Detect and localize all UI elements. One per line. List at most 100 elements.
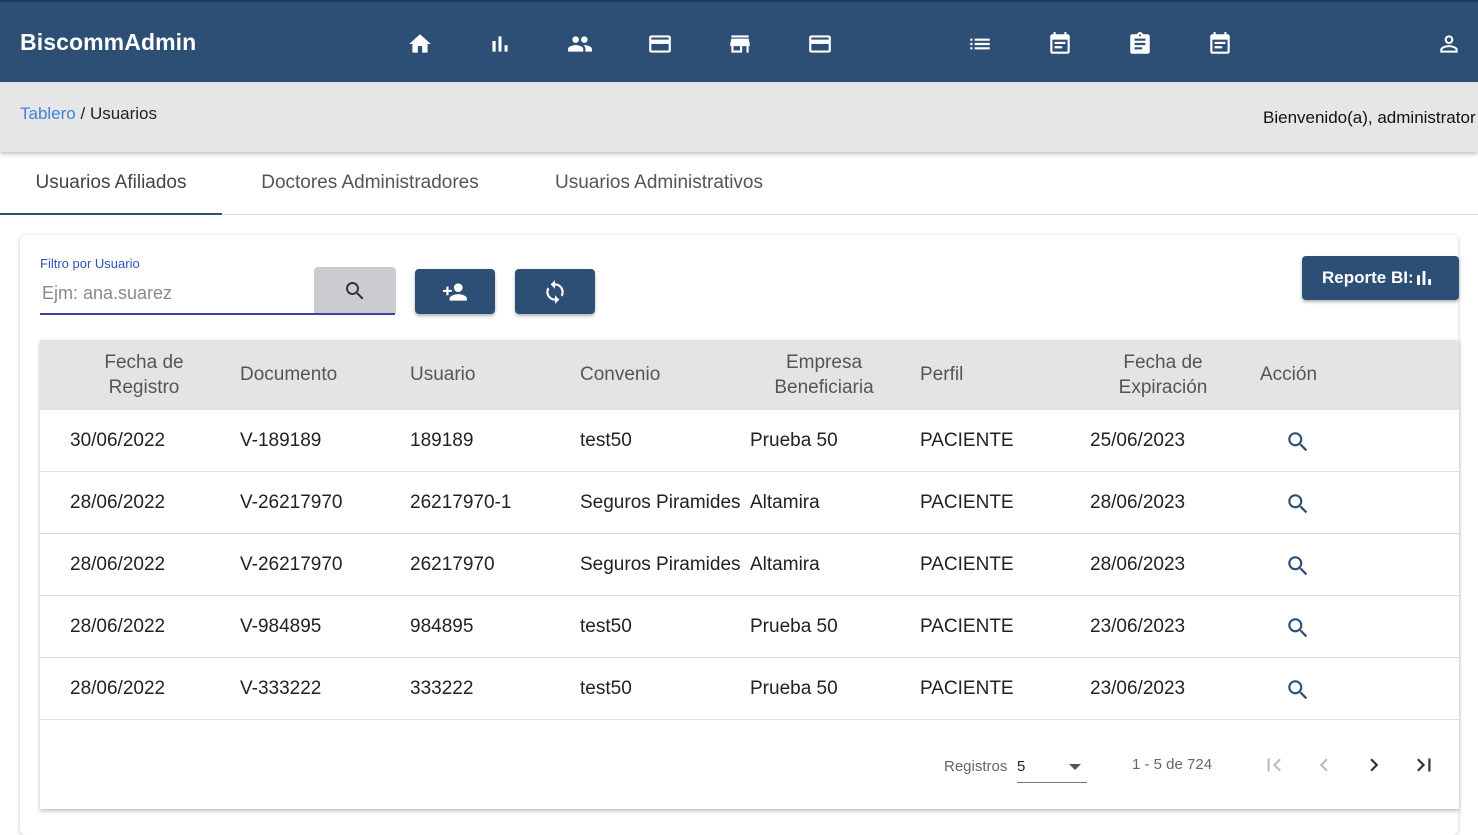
cell-expiration-date: 28/06/2023 bbox=[1090, 492, 1186, 513]
last-page-icon[interactable] bbox=[1411, 752, 1437, 778]
refresh-button[interactable] bbox=[515, 269, 595, 314]
cell-agreement: test50 bbox=[580, 616, 632, 637]
tab-usuarios-administrativos[interactable]: Usuarios Administrativos bbox=[518, 153, 800, 213]
cell-document: V-26217970 bbox=[240, 492, 343, 513]
column-header[interactable]: Documento bbox=[240, 340, 337, 410]
search-button[interactable] bbox=[314, 267, 396, 313]
credit-card-icon[interactable] bbox=[807, 31, 833, 57]
view-details-search-icon[interactable] bbox=[1285, 677, 1311, 703]
table-row: 28/06/2022 V-26217970 26217970-1 Seguros… bbox=[40, 472, 1459, 534]
bar-chart-icon[interactable] bbox=[487, 31, 513, 57]
table-row: 28/06/2022 V-984895 984895 test50 Prueba… bbox=[40, 596, 1459, 658]
cell-registration-date: 28/06/2022 bbox=[70, 678, 166, 699]
cell-registration-date: 30/06/2022 bbox=[70, 430, 166, 451]
home-icon[interactable] bbox=[407, 31, 433, 57]
page-size-select[interactable]: 5 bbox=[1017, 754, 1087, 783]
cell-document: V-189189 bbox=[240, 430, 322, 451]
page-size-label: Registros bbox=[944, 758, 1008, 775]
table-row: 30/06/2022 V-189189 189189 test50 Prueba… bbox=[40, 410, 1459, 472]
view-details-search-icon[interactable] bbox=[1285, 429, 1311, 455]
cell-beneficiary-company: Prueba 50 bbox=[750, 678, 838, 699]
report-bi-button[interactable]: Reporte BI: bbox=[1302, 256, 1459, 300]
cell-user: 189189 bbox=[410, 430, 474, 451]
breadcrumb-link-tablero[interactable]: Tablero bbox=[20, 104, 76, 123]
cell-profile: PACIENTE bbox=[920, 616, 1014, 637]
cell-expiration-date: 25/06/2023 bbox=[1090, 430, 1186, 451]
first-page-icon[interactable] bbox=[1261, 752, 1287, 778]
cell-registration-date: 28/06/2022 bbox=[70, 554, 166, 575]
app-title[interactable]: BiscommAdmin bbox=[20, 29, 196, 56]
cell-profile: PACIENTE bbox=[920, 678, 1014, 699]
calendar-note-icon[interactable] bbox=[1047, 31, 1073, 57]
cell-beneficiary-company: Altamira bbox=[750, 554, 820, 575]
cell-agreement: Seguros Piramides bbox=[580, 492, 741, 513]
cell-document: V-333222 bbox=[240, 678, 322, 699]
paginator: Registros 5 1 - 5 de 724 bbox=[40, 720, 1459, 809]
cell-document: V-26217970 bbox=[240, 554, 343, 575]
tab-usuarios-afiliados[interactable]: Usuarios Afiliados bbox=[0, 153, 222, 215]
breadcrumb-current: Usuarios bbox=[89, 104, 158, 123]
table-row: 28/06/2022 V-26217970 26217970 Seguros P… bbox=[40, 534, 1459, 596]
next-page-icon[interactable] bbox=[1361, 752, 1387, 778]
column-header[interactable]: Fecha de Expiración bbox=[1098, 340, 1228, 410]
breadcrumb: Tablero / Usuarios bbox=[20, 104, 157, 124]
top-navbar: BiscommAdmin bbox=[0, 0, 1478, 82]
breadcrumb-separator: / bbox=[75, 104, 90, 123]
cell-document: V-984895 bbox=[240, 616, 322, 637]
cell-user: 26217970-1 bbox=[410, 492, 512, 513]
credit-card-icon[interactable] bbox=[647, 31, 673, 57]
user-account-icon[interactable] bbox=[1436, 31, 1462, 57]
person-add-icon bbox=[443, 283, 467, 301]
sync-icon bbox=[546, 280, 564, 304]
cell-expiration-date: 23/06/2023 bbox=[1090, 678, 1186, 699]
cell-profile: PACIENTE bbox=[920, 554, 1014, 575]
clipboard-icon[interactable] bbox=[1127, 31, 1153, 57]
cell-profile: PACIENTE bbox=[920, 492, 1014, 513]
cell-expiration-date: 23/06/2023 bbox=[1090, 616, 1186, 637]
cell-registration-date: 28/06/2022 bbox=[70, 492, 166, 513]
cell-beneficiary-company: Prueba 50 bbox=[750, 616, 838, 637]
view-details-search-icon[interactable] bbox=[1285, 553, 1311, 579]
tab-doctores-administradores[interactable]: Doctores Administradores bbox=[226, 153, 514, 213]
page-size-value: 5 bbox=[1017, 758, 1026, 775]
cell-agreement: test50 bbox=[580, 678, 632, 699]
store-icon[interactable] bbox=[727, 31, 753, 57]
welcome-message: Bienvenido(a), administrator bbox=[1263, 108, 1476, 127]
table-row: 28/06/2022 V-333222 333222 test50 Prueba… bbox=[40, 658, 1459, 720]
column-header[interactable]: Usuario bbox=[410, 340, 475, 410]
previous-page-icon[interactable] bbox=[1311, 752, 1337, 778]
people-icon[interactable] bbox=[567, 31, 593, 57]
view-details-search-icon[interactable] bbox=[1285, 491, 1311, 517]
column-header[interactable]: Perfil bbox=[920, 340, 963, 410]
cell-beneficiary-company: Altamira bbox=[750, 492, 820, 513]
report-bi-label: Reporte BI: bbox=[1322, 268, 1414, 287]
cell-agreement: test50 bbox=[580, 430, 632, 451]
cell-profile: PACIENTE bbox=[920, 430, 1014, 451]
filter-user-input[interactable] bbox=[40, 280, 314, 306]
breadcrumb-bar: Tablero / Usuarios Bienvenido(a), admini… bbox=[0, 82, 1478, 152]
cell-agreement: Seguros Piramides bbox=[580, 554, 741, 575]
table-header: Fecha de Registro Documento Usuario Conv… bbox=[40, 340, 1459, 410]
cell-user: 26217970 bbox=[410, 554, 495, 575]
column-header[interactable]: Fecha de Registro bbox=[80, 340, 208, 410]
filter-label: Filtro por Usuario bbox=[40, 256, 140, 271]
column-header: Acción bbox=[1260, 364, 1318, 385]
cell-user: 984895 bbox=[410, 616, 474, 637]
dropdown-arrow-icon bbox=[1069, 764, 1081, 770]
calendar-icon[interactable] bbox=[1207, 31, 1233, 57]
cell-user: 333222 bbox=[410, 678, 474, 699]
search-icon bbox=[346, 282, 364, 300]
bar-chart-icon bbox=[1417, 271, 1431, 285]
add-user-button[interactable] bbox=[415, 269, 495, 314]
filter-underline bbox=[40, 313, 395, 315]
column-header[interactable]: Convenio bbox=[580, 340, 660, 410]
cell-expiration-date: 28/06/2023 bbox=[1090, 554, 1186, 575]
users-table: Fecha de Registro Documento Usuario Conv… bbox=[40, 340, 1459, 809]
range-label: 1 - 5 de 724 bbox=[1132, 756, 1213, 773]
view-details-search-icon[interactable] bbox=[1285, 615, 1311, 641]
list-icon[interactable] bbox=[967, 31, 993, 57]
tab-bar: Usuarios Afiliados Doctores Administrado… bbox=[0, 153, 1478, 215]
cell-beneficiary-company: Prueba 50 bbox=[750, 430, 838, 451]
cell-registration-date: 28/06/2022 bbox=[70, 616, 166, 637]
column-header[interactable]: Empresa Beneficiaria bbox=[756, 340, 892, 410]
